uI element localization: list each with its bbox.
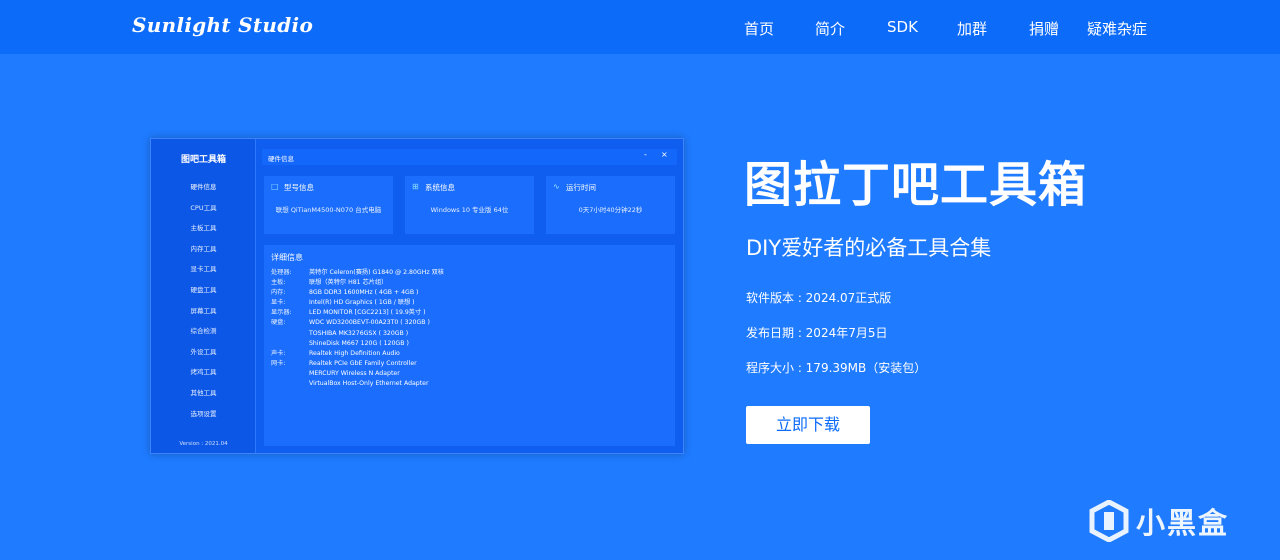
- detail-value: Intel(R) HD Graphics ( 1GB / 联想 ): [309, 299, 415, 307]
- card-label: 型号信息: [284, 183, 314, 192]
- detail-row: MERCURY Wireless N Adapter: [271, 369, 671, 379]
- watermark-text: 小黑盒: [1136, 506, 1230, 540]
- card-model-info: □ 型号信息 联想 QiTianM4500-N070 台式电脑: [264, 176, 393, 234]
- sidebar-item-memory-tools[interactable]: 内存工具: [151, 239, 256, 260]
- top-navbar: Sunlight Studio 首页 简介 SDK 加群 捐赠 疑难杂症: [0, 0, 1280, 54]
- app-preview: 图吧工具箱 硬件信息 CPU工具 主板工具 内存工具 显卡工具 硬盘工具 屏幕工…: [150, 138, 684, 454]
- hero-subtitle: DIY爱好者的必备工具合集: [746, 236, 992, 260]
- detail-row: 显示器: LED MONITOR [CGC2213] ( 19.9英寸 ): [271, 308, 671, 318]
- detail-value: VirtualBox Host-Only Ethernet Adapter: [309, 380, 429, 388]
- detail-row: 处理器: 英特尔 Celeron(赛扬) G1840 @ 2.80GHz 双核: [271, 268, 671, 278]
- detail-key: 处理器:: [271, 269, 292, 276]
- app-sidebar: 图吧工具箱 硬件信息 CPU工具 主板工具 内存工具 显卡工具 硬盘工具 屏幕工…: [151, 139, 256, 453]
- detail-row: 声卡: Realtek High Definition Audio: [271, 349, 671, 359]
- card-label: 运行时间: [566, 183, 596, 192]
- detail-row: TOSHIBA MK3276GSX ( 320GB ): [271, 329, 671, 339]
- sidebar-item-hardware-info[interactable]: 硬件信息: [151, 177, 256, 198]
- program-size: 程序大小 : 179.39MB（安装包）: [746, 361, 927, 375]
- detail-row: 显卡: Intel(R) HD Graphics ( 1GB / 联想 ): [271, 298, 671, 308]
- sidebar-list: 硬件信息 CPU工具 主板工具 内存工具 显卡工具 硬盘工具 屏幕工具 综合检测…: [151, 177, 256, 424]
- detail-value: Realtek PCIe GbE Family Controller: [309, 359, 417, 367]
- hero-title: 图拉丁吧工具箱: [744, 157, 1088, 213]
- software-version: 软件版本 : 2024.07正式版: [746, 291, 892, 305]
- detail-row: 硬盘: WDC WD3200BEVT-00A23T0 ( 320GB ): [271, 318, 671, 328]
- sidebar-item-cpu-tools[interactable]: CPU工具: [151, 198, 256, 219]
- sidebar-item-settings[interactable]: 选项设置: [151, 404, 256, 425]
- detail-rows: 处理器: 英特尔 Celeron(赛扬) G1840 @ 2.80GHz 双核 主…: [271, 268, 671, 389]
- sidebar-item-screen-tools[interactable]: 屏幕工具: [151, 301, 256, 322]
- detail-panel: 详细信息 处理器: 英特尔 Celeron(赛扬) G1840 @ 2.80GHz…: [264, 245, 675, 446]
- detail-value: WDC WD3200BEVT-00A23T0 ( 320GB ): [309, 319, 430, 327]
- nav-sdk[interactable]: SDK: [887, 18, 918, 36]
- card-system-info: ⊞ 系统信息 Windows 10 专业版 64位: [405, 176, 534, 234]
- detail-row: VirtualBox Host-Only Ethernet Adapter: [271, 379, 671, 389]
- card-label: 系统信息: [425, 183, 455, 192]
- sidebar-item-motherboard-tools[interactable]: 主板工具: [151, 218, 256, 239]
- windows-icon: ⊞: [412, 182, 419, 191]
- detail-title: 详细信息: [271, 253, 303, 262]
- sidebar-item-gpu-tools[interactable]: 显卡工具: [151, 259, 256, 280]
- app-main-panel: 硬件信息 - × □ 型号信息 联想 QiTianM4500-N070 台式电脑…: [256, 139, 683, 453]
- detail-row: 内存: 8GB DDR3 1600MHz ( 4GB + 4GB ): [271, 288, 671, 298]
- main-nav: 首页 简介 SDK 加群 捐赠 疑难杂症: [0, 18, 1280, 38]
- detail-key: 主板:: [271, 279, 286, 287]
- window-titlebar: [262, 149, 677, 165]
- sidebar-item-overall-test[interactable]: 综合检测: [151, 321, 256, 342]
- watermark: 小黑盒: [1088, 498, 1248, 544]
- sidebar-item-disk-tools[interactable]: 硬盘工具: [151, 280, 256, 301]
- sidebar-item-stress-tools[interactable]: 烤鸡工具: [151, 362, 256, 383]
- detail-key: 硬盘:: [271, 319, 286, 327]
- detail-key: 显示器:: [271, 309, 292, 317]
- card-value: 0天7小时40分钟22秒: [578, 206, 643, 214]
- detail-key: 显卡:: [271, 299, 286, 307]
- sidebar-item-other-tools[interactable]: 其他工具: [151, 383, 256, 404]
- detail-row: 主板: 联想（英特尔 H81 芯片组）: [271, 278, 671, 288]
- app-title: 图吧工具箱: [180, 155, 226, 165]
- app-version: Version : 2021.04: [179, 441, 228, 447]
- pulse-icon: ∿: [553, 182, 560, 191]
- detail-value: MERCURY Wireless N Adapter: [309, 369, 400, 377]
- detail-value: LED MONITOR [CGC2213] ( 19.9英寸 ): [309, 309, 426, 317]
- detail-value: 8GB DDR3 1600MHz ( 4GB + 4GB ): [309, 289, 419, 297]
- release-date: 发布日期 : 2024年7月5日: [746, 326, 888, 340]
- detail-value: TOSHIBA MK3276GSX ( 320GB ): [309, 329, 409, 337]
- detail-row: 网卡: Realtek PCIe GbE Family Controller: [271, 359, 671, 369]
- nav-home[interactable]: 首页: [744, 18, 774, 39]
- download-button[interactable]: 立即下载: [746, 406, 870, 444]
- detail-key: 网卡:: [271, 359, 286, 367]
- card-value: Windows 10 专业版 64位: [430, 206, 509, 214]
- detail-key: 内存:: [271, 289, 286, 297]
- sidebar-item-peripheral-tools[interactable]: 外设工具: [151, 342, 256, 363]
- nav-intro[interactable]: 简介: [815, 18, 845, 39]
- monitor-icon: □: [271, 182, 279, 191]
- nav-donate[interactable]: 捐赠: [1029, 18, 1059, 39]
- nav-faq[interactable]: 疑难杂症: [1087, 18, 1147, 39]
- minimize-button[interactable]: -: [644, 150, 647, 159]
- window-title: 硬件信息: [268, 155, 294, 163]
- detail-key: 声卡:: [271, 349, 286, 357]
- close-button[interactable]: ×: [661, 150, 668, 159]
- nav-join-group[interactable]: 加群: [957, 18, 987, 39]
- detail-value: Realtek High Definition Audio: [309, 349, 400, 357]
- detail-row: ShineDisk M667 120G ( 120GB ): [271, 339, 671, 349]
- card-uptime: ∿ 运行时间 0天7小时40分钟22秒: [546, 176, 675, 234]
- detail-value: 英特尔 Celeron(赛扬) G1840 @ 2.80GHz 双核: [309, 269, 444, 276]
- detail-value: 联想（英特尔 H81 芯片组）: [309, 279, 388, 287]
- detail-value: ShineDisk M667 120G ( 120GB ): [309, 339, 409, 347]
- heybox-logo-icon: [1089, 500, 1129, 542]
- card-value: 联想 QiTianM4500-N070 台式电脑: [275, 206, 382, 214]
